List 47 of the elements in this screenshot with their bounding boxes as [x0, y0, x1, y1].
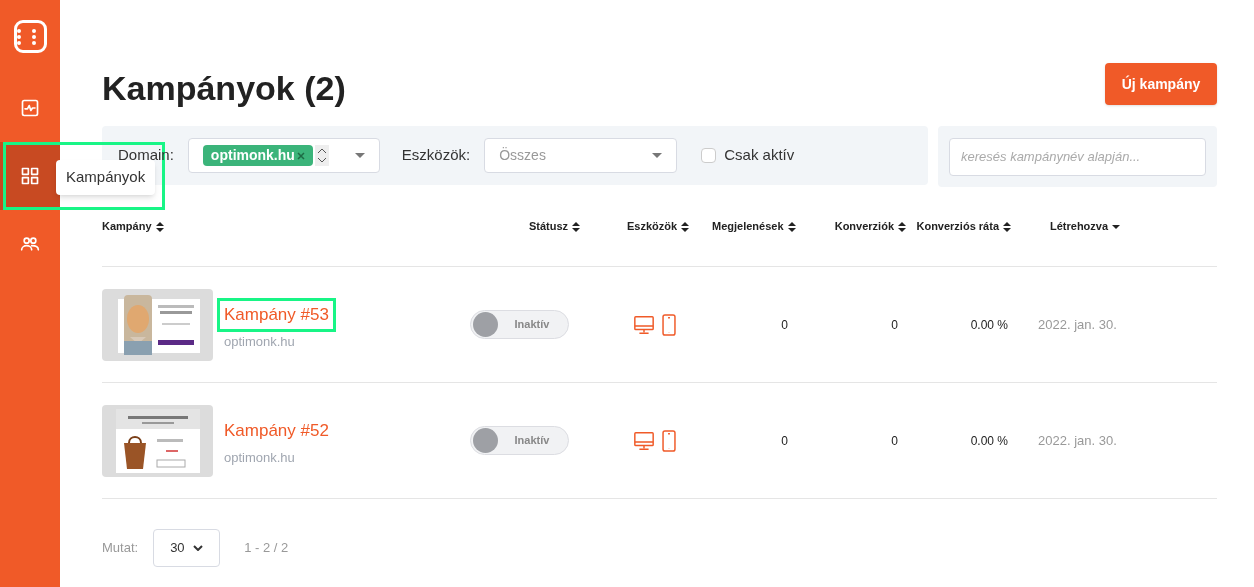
- impressions-value: 0: [781, 316, 788, 334]
- phone-icon: [661, 429, 677, 452]
- per-page-label: Mutat:: [102, 539, 139, 558]
- search-field[interactable]: keresés kampánynév alapján...: [949, 137, 1206, 176]
- sort-icon: [572, 221, 581, 232]
- tooltip: Kampányok: [56, 160, 156, 195]
- sort-icon: [898, 221, 906, 232]
- column-header[interactable]: Státusz: [529, 218, 581, 235]
- sort-desc-icon: [1112, 223, 1121, 230]
- column-header[interactable]: Létrehozva: [1050, 218, 1121, 235]
- sort-icon: [1003, 221, 1011, 232]
- page-title: Kampányok (2): [102, 68, 346, 105]
- column-header[interactable]: Megjelenések: [712, 218, 796, 235]
- devices-label: Eszközök:: [401, 145, 471, 166]
- logo-icon: [13, 20, 47, 53]
- remove-icon[interactable]: [296, 151, 305, 160]
- campaign-domain: optimonk.hu: [224, 332, 296, 351]
- campaign-domain: optimonk.hu: [224, 448, 296, 467]
- column-header[interactable]: Eszközök: [627, 218, 690, 235]
- only-active-checkbox[interactable]: Csak aktív: [701, 144, 795, 167]
- grid-icon: [20, 166, 40, 186]
- devices-placeholder: Összes: [499, 146, 546, 165]
- conversions-value: 0: [891, 316, 898, 334]
- caret-icon: [354, 152, 365, 159]
- rate-value: 0.00 %: [970, 432, 1008, 450]
- column-header[interactable]: Konverziós ráta: [916, 218, 1011, 235]
- desktop-icon: [633, 429, 655, 452]
- pagination-range: 1 - 2 / 2: [244, 539, 289, 558]
- column-header[interactable]: Konverziók: [834, 218, 906, 235]
- chart-icon: [20, 98, 40, 118]
- phone-icon: [661, 313, 677, 336]
- conversions-value: 0: [891, 432, 898, 450]
- users-icon: [20, 234, 40, 254]
- rate-value: 0.00 %: [970, 316, 1008, 334]
- impressions-value: 0: [781, 432, 788, 450]
- spinner-icon[interactable]: [314, 145, 329, 166]
- created-date: 2022. jan. 30.: [1038, 316, 1117, 332]
- sort-icon: [155, 221, 164, 232]
- chevron-icon: [193, 545, 204, 551]
- desktop-icon: [633, 313, 655, 336]
- created-date: 2022. jan. 30.: [1038, 432, 1117, 448]
- caret-icon: [652, 152, 663, 159]
- sort-icon: [787, 221, 796, 232]
- column-header[interactable]: Kampány: [102, 218, 164, 235]
- per-page-select[interactable]: 30: [153, 529, 221, 567]
- sort-icon: [681, 221, 690, 232]
- domain-tag-text: optimonk.hu: [210, 146, 295, 165]
